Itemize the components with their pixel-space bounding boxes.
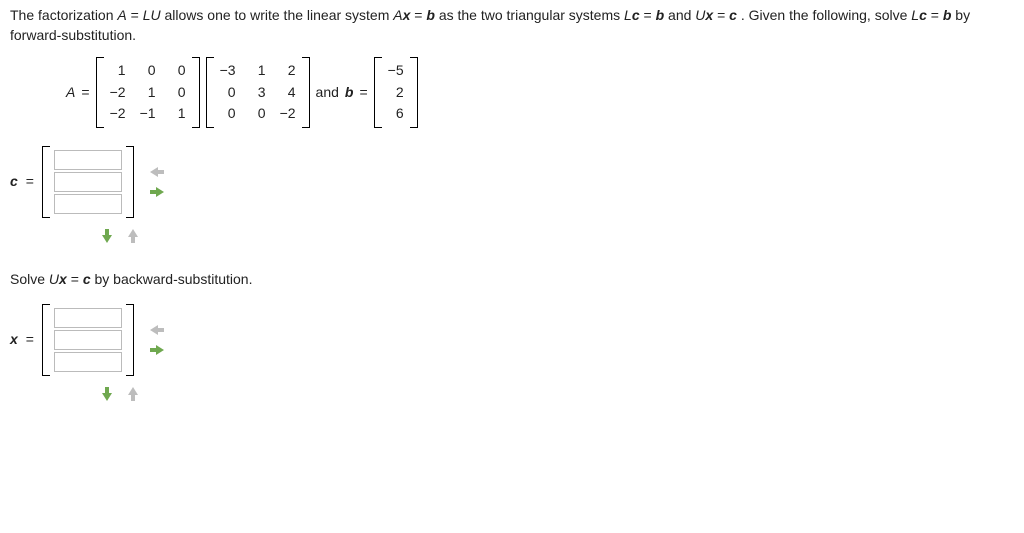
text: and [668,7,695,23]
answer-x-input-3[interactable] [54,352,122,372]
section2-prompt: Solve Ux = c by backward-substitution. [10,270,1014,290]
var-LU: LU [143,7,161,23]
text-and: and [316,83,339,103]
var-x: x [59,271,67,287]
cell: −1 [140,104,156,124]
arrow-right-icon [148,344,166,356]
add-row-button[interactable] [96,228,118,244]
text: = [359,83,367,103]
var-x: x [403,7,411,23]
text: = [26,330,34,350]
cell: −5 [388,61,404,81]
var-U: U [49,271,59,287]
text: by backward-substitution. [95,271,253,287]
answer-x-input-1[interactable] [54,308,122,328]
text: = [71,271,83,287]
remove-row-button[interactable] [122,228,144,244]
text: as the two triangular systems [439,7,624,23]
cell: −2 [110,104,126,124]
var-c: c [83,271,91,287]
remove-column-button[interactable] [146,322,168,338]
var-c: c [919,7,927,23]
cell: −3 [220,61,236,81]
label-b: b [345,83,354,103]
var-A: A [393,7,402,23]
cell: 1 [250,61,266,81]
problem-intro: The factorization A = LU allows one to w… [10,6,1014,45]
text: = [131,7,143,23]
text: The factorization [10,7,117,23]
var-b: b [426,7,435,23]
text: = [414,7,426,23]
given-equation-row: A = 100 −210 −2−11 −312 034 00−2 and b =… [66,57,1014,128]
remove-row-button[interactable] [122,386,144,402]
arrow-down-icon [101,227,113,245]
matrix-U: −3 12 034 00 −2 [206,57,310,128]
text: = [717,7,729,23]
text: = [26,172,34,192]
arrow-down-icon [101,385,113,403]
cell: 1 [110,61,126,81]
cell: 0 [220,104,236,124]
cell: 3 [250,83,266,103]
matrix-L: 100 −210 −2−11 [96,57,200,128]
cell: 2 [388,83,404,103]
answer-c-matrix [42,146,134,218]
cell: 0 [140,61,156,81]
cell: 0 [220,83,236,103]
var-x: x [705,7,713,23]
var-b: b [943,7,952,23]
var-U: U [695,7,705,23]
cell: 0 [170,83,186,103]
cell: 1 [140,83,156,103]
var-A: A [117,7,126,23]
label-c: c [10,172,18,192]
answer-x-block: x = [10,304,1014,376]
cell: 1 [170,104,186,124]
text: . Given the following, solve [741,7,911,23]
answer-x-matrix [42,304,134,376]
var-b: b [656,7,665,23]
label-A: A [66,83,75,103]
var-L: L [624,7,632,23]
var-c: c [632,7,640,23]
text: = [644,7,656,23]
arrow-left-icon [148,324,166,336]
answer-c-input-3[interactable] [54,194,122,214]
text: Solve [10,271,49,287]
arrow-left-icon [148,166,166,178]
cell: 4 [280,83,296,103]
answer-x-input-2[interactable] [54,330,122,350]
var-c: c [729,7,737,23]
text: = [81,83,89,103]
arrow-right-icon [148,186,166,198]
add-row-button[interactable] [96,386,118,402]
cell: 0 [170,61,186,81]
answer-c-input-2[interactable] [54,172,122,192]
remove-column-button[interactable] [146,164,168,180]
arrow-up-icon [127,227,139,245]
text: allows one to write the linear system [165,7,394,23]
vector-b: −5 2 6 [374,57,418,128]
add-column-button[interactable] [146,184,168,200]
cell: 0 [250,104,266,124]
arrow-up-icon [127,385,139,403]
answer-c-input-1[interactable] [54,150,122,170]
cell: 2 [280,61,296,81]
answer-c-block: c = [10,146,1014,218]
add-column-button[interactable] [146,342,168,358]
cell: −2 [110,83,126,103]
text: = [931,7,943,23]
label-x: x [10,330,18,350]
cell: −2 [280,104,296,124]
var-L: L [911,7,919,23]
cell: 6 [388,104,404,124]
